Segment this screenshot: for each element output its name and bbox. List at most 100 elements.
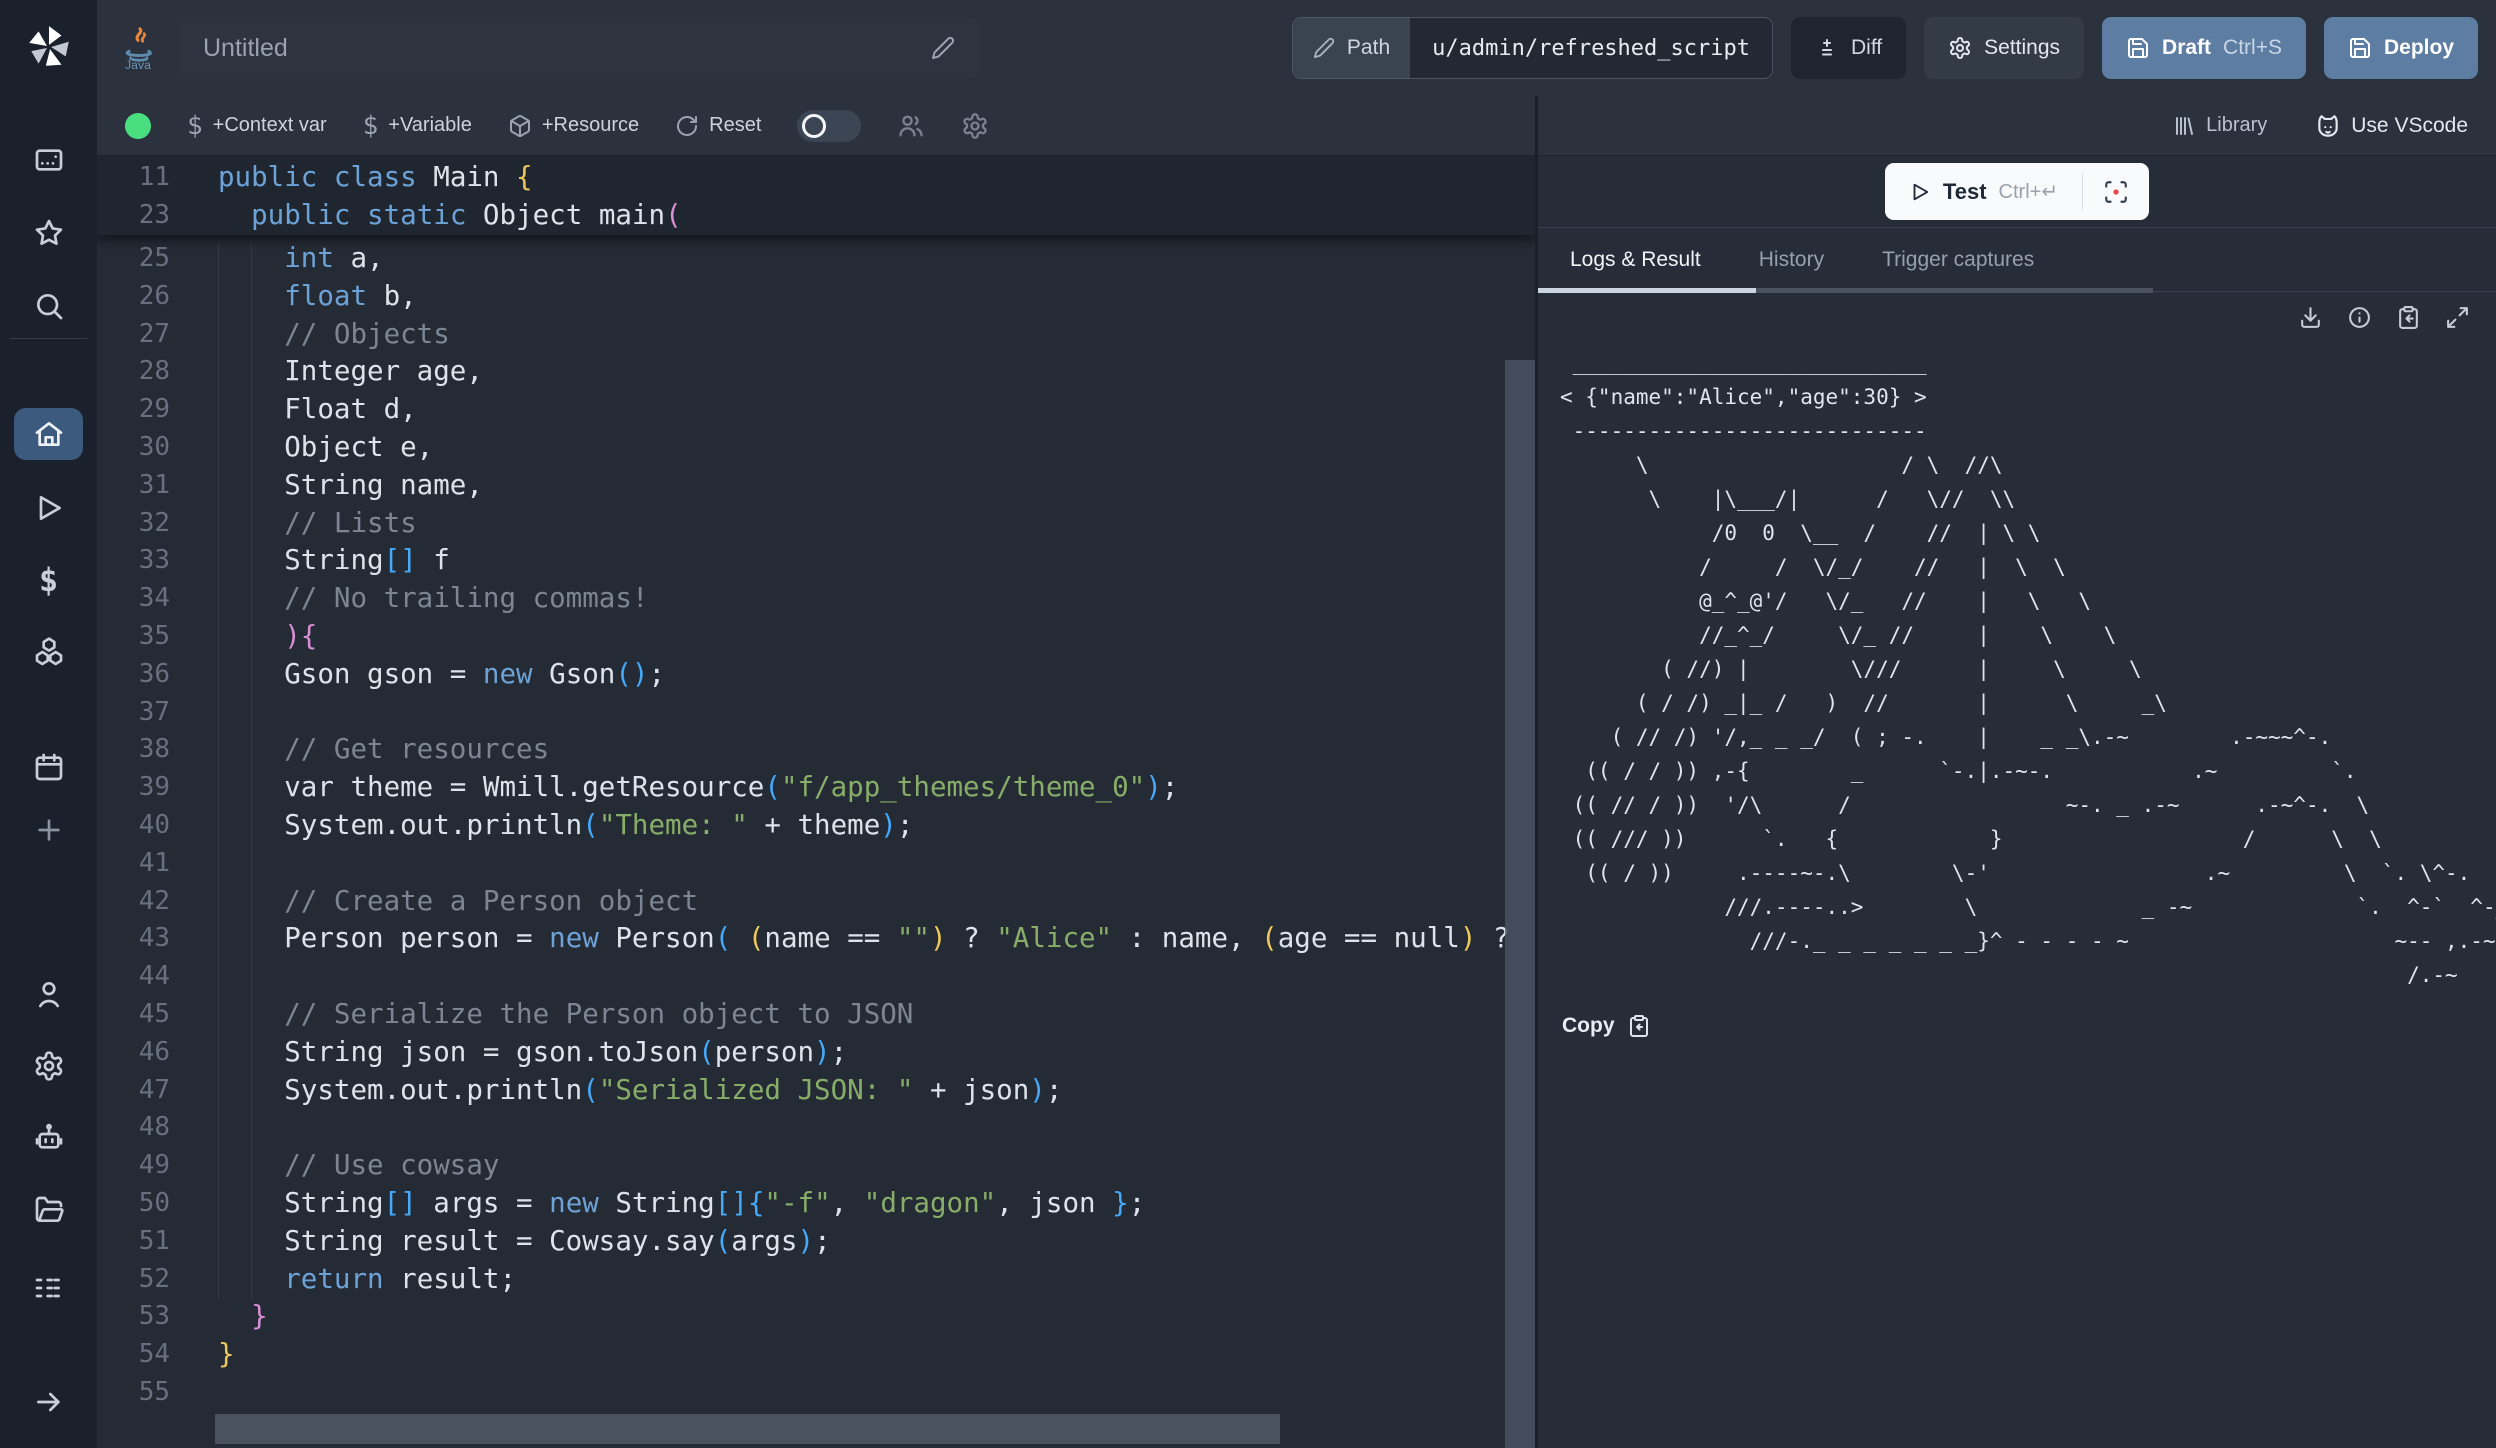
code-line[interactable]: 53 }	[97, 1298, 1535, 1336]
code-line[interactable]: 30 Object e,	[97, 429, 1535, 467]
path-label-segment[interactable]: Path	[1293, 18, 1410, 78]
capture-frame-icon	[2103, 179, 2129, 205]
expand-icon[interactable]	[2445, 305, 2470, 330]
path-label: Path	[1347, 36, 1390, 60]
code-line[interactable]: 49 // Use cowsay	[97, 1147, 1535, 1185]
gear-icon	[33, 1050, 65, 1082]
code-editor[interactable]: 25 int a,26 float b,27 // Objects28 Inte…	[97, 156, 1535, 1448]
code-line[interactable]: 48	[97, 1109, 1535, 1147]
sidebar-item-workers[interactable]	[0, 1114, 97, 1162]
code-line[interactable]: 50 String[] args = new String[]{"-f", "d…	[97, 1185, 1535, 1223]
library-button[interactable]: Library	[2172, 114, 2267, 138]
reset-button[interactable]: Reset	[675, 114, 761, 138]
code-line[interactable]: 36 Gson gson = new Gson();	[97, 656, 1535, 694]
result-actions	[1538, 292, 2496, 342]
code-line[interactable]: 44	[97, 958, 1535, 996]
sticky-scroll-lines[interactable]: 11public class Main {23 public static Ob…	[97, 156, 1535, 235]
line-number: 33	[97, 542, 170, 580]
line-number: 39	[97, 769, 170, 807]
code-line[interactable]: 42 // Create a Person object	[97, 883, 1535, 921]
code-line[interactable]: 47 System.out.println("Serialized JSON: …	[97, 1072, 1535, 1110]
add-resource-button[interactable]: +Resource	[508, 114, 639, 138]
path-group[interactable]: Path u/admin/refreshed_script	[1292, 17, 1773, 79]
code-line[interactable]: 28 Integer age,	[97, 353, 1535, 391]
edit-title-pencil-icon[interactable]	[931, 36, 955, 60]
code-line[interactable]: 45 // Serialize the Person object to JSO…	[97, 996, 1535, 1034]
diff-button[interactable]: Diff	[1791, 17, 1906, 79]
sidebar-item-runs[interactable]	[0, 484, 97, 532]
code-lines[interactable]: 25 int a,26 float b,27 // Objects28 Inte…	[97, 240, 1535, 1412]
code-line[interactable]: 25 int a,	[97, 240, 1535, 278]
deploy-button[interactable]: Deploy	[2324, 17, 2478, 79]
dollar-icon: $	[187, 111, 203, 141]
draft-label: Draft	[2162, 36, 2211, 60]
tab-trigger-captures[interactable]: Trigger captures	[1882, 248, 2034, 272]
toggle-knob	[802, 114, 826, 138]
sidebar-item-logs[interactable]	[0, 1264, 97, 1312]
code-line[interactable]: 43 Person person = new Person( (name == …	[97, 920, 1535, 958]
code-line[interactable]: 54}	[97, 1336, 1535, 1374]
test-shortcut: Ctrl+↵	[1999, 179, 2059, 204]
editor-settings-button[interactable]	[961, 112, 989, 140]
test-button[interactable]: Test Ctrl+↵	[1885, 163, 2082, 220]
tab-logs-result[interactable]: Logs & Result	[1570, 248, 1701, 272]
code-line[interactable]: 41	[97, 845, 1535, 883]
code-line[interactable]: 51 String result = Cowsay.say(args);	[97, 1223, 1535, 1261]
use-vscode-button[interactable]: Use VScode	[2315, 113, 2468, 139]
code-line[interactable]: 55	[97, 1374, 1535, 1412]
draft-button[interactable]: Draft Ctrl+S	[2102, 17, 2306, 79]
sidebar-item-search[interactable]	[0, 282, 97, 330]
shared-users-button[interactable]	[897, 112, 925, 140]
code-line[interactable]: 46 String json = gson.toJson(person);	[97, 1034, 1535, 1072]
code-line[interactable]: 26 float b,	[97, 278, 1535, 316]
sidebar-item-settings[interactable]	[0, 1042, 97, 1090]
script-title-input[interactable]: Untitled	[179, 18, 979, 78]
copy-result-button[interactable]: Copy	[1562, 1014, 2496, 1038]
code-line[interactable]: 35 ){	[97, 618, 1535, 656]
add-variable-button[interactable]: $ +Variable	[363, 111, 472, 141]
capture-button[interactable]	[2083, 163, 2149, 220]
info-icon[interactable]	[2347, 305, 2372, 330]
tabs-scrollbar[interactable]	[1756, 288, 2153, 293]
windmill-logo[interactable]	[24, 22, 74, 72]
code-line[interactable]: 23 public static Object main(	[97, 197, 1535, 235]
code-line[interactable]: 52 return result;	[97, 1261, 1535, 1299]
sidebar-item-user[interactable]	[0, 970, 97, 1018]
sidebar-item-apps[interactable]	[0, 136, 97, 184]
code-line[interactable]: 29 Float d,	[97, 391, 1535, 429]
sidebar-item-resources[interactable]	[0, 628, 97, 676]
line-number: 36	[97, 656, 170, 694]
sidebar-item-home[interactable]	[14, 408, 83, 460]
code-line[interactable]: 11public class Main {	[97, 159, 1535, 197]
editor-horizontal-scrollbar[interactable]	[215, 1414, 1280, 1444]
path-value[interactable]: u/admin/refreshed_script	[1410, 18, 1772, 78]
code-line[interactable]: 40 System.out.println("Theme: " + theme)…	[97, 807, 1535, 845]
diff-label: Diff	[1851, 36, 1882, 60]
code-line[interactable]: 31 String name,	[97, 467, 1535, 505]
code-line[interactable]: 34 // No trailing commas!	[97, 580, 1535, 618]
line-number: 23	[97, 197, 170, 235]
sidebar-item-favorites[interactable]	[0, 209, 97, 257]
download-icon[interactable]	[2298, 305, 2323, 330]
clipboard-copy-icon[interactable]	[2396, 305, 2421, 330]
sidebar-item-create[interactable]	[0, 806, 97, 854]
code-line[interactable]: 32 // Lists	[97, 505, 1535, 543]
reset-label: Reset	[709, 114, 761, 137]
sidebar-item-folders[interactable]	[0, 1186, 97, 1234]
mode-toggle[interactable]	[797, 110, 861, 142]
draft-shortcut: Ctrl+S	[2223, 36, 2282, 60]
code-line[interactable]: 37	[97, 694, 1535, 732]
sidebar-item-schedules[interactable]	[0, 743, 97, 791]
add-context-var-button[interactable]: $ +Context var	[187, 111, 327, 141]
sidebar-item-variables[interactable]: $	[0, 556, 97, 604]
code-line[interactable]: 38 // Get resources	[97, 731, 1535, 769]
result-output[interactable]: ____________________________ < {"name":"…	[1560, 346, 2496, 992]
code-line[interactable]: 33 String[] f	[97, 542, 1535, 580]
code-line[interactable]: 27 // Objects	[97, 316, 1535, 354]
settings-button[interactable]: Settings	[1924, 17, 2084, 79]
code-line[interactable]: 39 var theme = Wmill.getResource("f/app_…	[97, 769, 1535, 807]
sidebar-expand[interactable]	[0, 1378, 97, 1426]
arrow-right-icon	[33, 1386, 65, 1418]
editor-vertical-scrollbar[interactable]	[1505, 360, 1535, 1448]
tab-history[interactable]: History	[1759, 248, 1824, 272]
